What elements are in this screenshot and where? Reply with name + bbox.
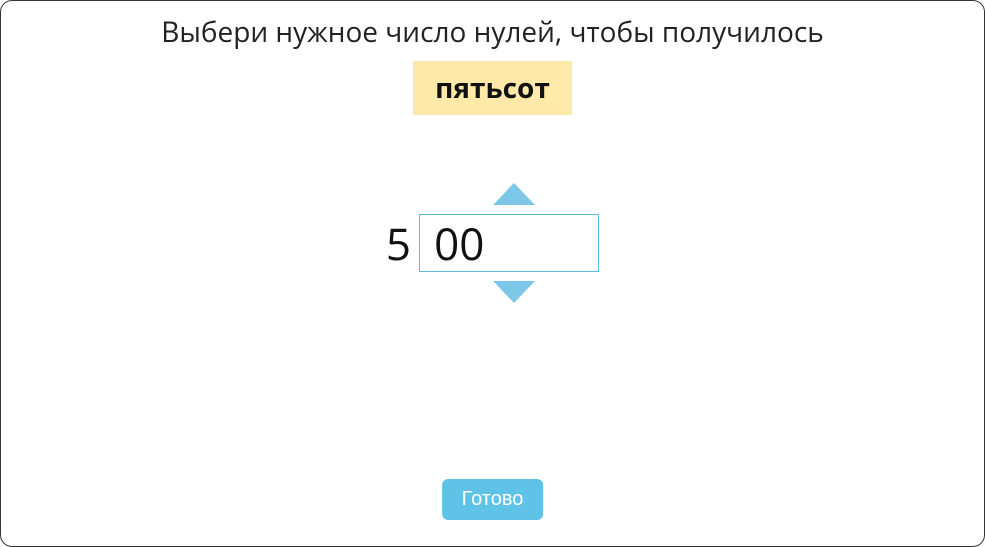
exercise-card: Выбери нужное число нулей, чтобы получил… — [0, 0, 985, 547]
number-stepper: 5 00 — [386, 175, 599, 311]
instruction-text: Выбери нужное число нулей, чтобы получил… — [161, 13, 824, 51]
zeros-input[interactable]: 00 — [419, 214, 599, 272]
fixed-digit: 5 — [386, 213, 411, 273]
number-row: 5 00 — [386, 213, 599, 273]
submit-button[interactable]: Готово — [442, 479, 544, 520]
arrow-up-icon[interactable] — [491, 175, 537, 213]
arrow-down-icon[interactable] — [491, 273, 537, 311]
target-word-highlight: пятьсот — [413, 61, 572, 115]
